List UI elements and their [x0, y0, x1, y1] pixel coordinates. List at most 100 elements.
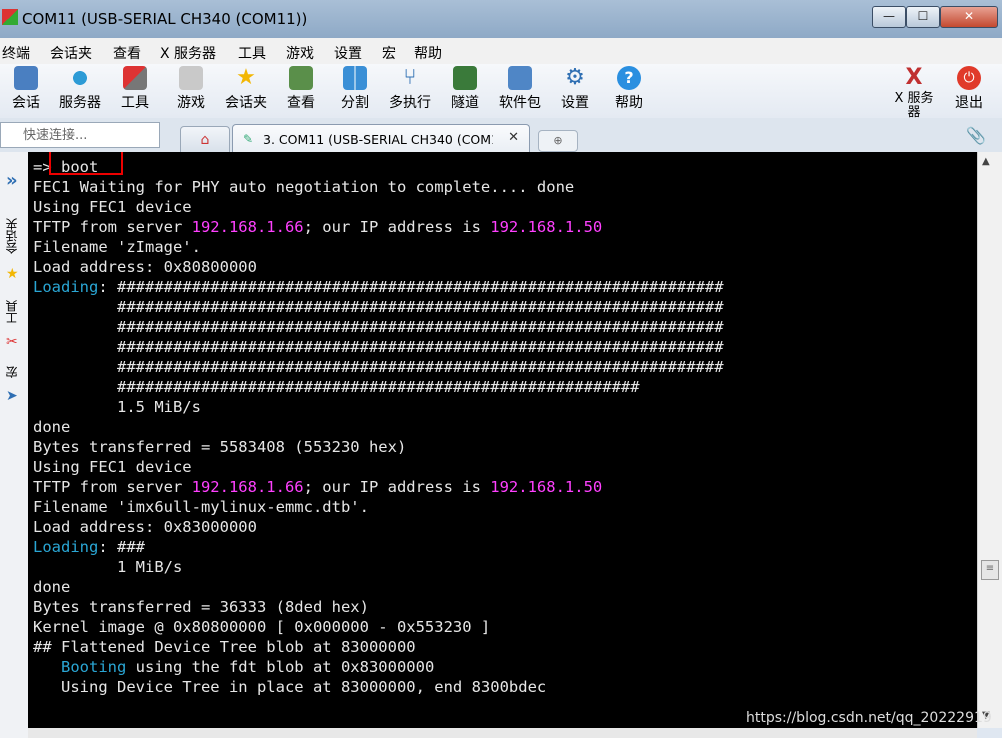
attach-icon[interactable]: 📎 — [966, 126, 986, 145]
terminal-line: ## Flattened Device Tree blob at 8300000… — [33, 638, 416, 658]
terminal-line: Bytes transferred = 5583408 (553230 hex) — [33, 438, 406, 458]
menu-tools[interactable]: 工具 — [238, 43, 266, 63]
menu-games[interactable]: 游戏 — [286, 43, 314, 63]
minimize-button[interactable]: — — [872, 6, 906, 28]
terminal-text: 192.168.1.66 — [191, 478, 304, 496]
menu-view[interactable]: 查看 — [113, 43, 141, 63]
split-button[interactable]: 分割 — [338, 66, 372, 112]
terminal-text: ########################################… — [33, 338, 724, 356]
menu-macros[interactable]: 宏 — [382, 43, 396, 63]
sidebar-tab-tools[interactable]: 工具 — [3, 300, 25, 324]
horizontal-scrollbar[interactable] — [28, 728, 977, 738]
session-button[interactable]: 会话 — [8, 66, 44, 112]
settings-icon: ⚙ — [565, 65, 585, 90]
terminal-text: ########################################… — [33, 318, 724, 336]
terminal-line: FEC1 Waiting for PHY auto negotiation to… — [33, 178, 574, 198]
tools-button[interactable]: 工具 — [118, 66, 152, 112]
session-icon — [14, 66, 38, 90]
scroll-up-icon[interactable]: ▲ — [982, 156, 990, 167]
terminal-line: Kernel image @ 0x80800000 [ 0x000000 - 0… — [33, 618, 490, 638]
terminal-line: ########################################… — [33, 298, 724, 318]
power-icon: ⏻ — [957, 66, 981, 90]
multiexec-icon: ⑂ — [403, 65, 417, 90]
menu-xserver[interactable]: X 服务器 — [160, 43, 216, 63]
title-bar: COM11 (USB-SERIAL CH340 (COM11)) — ☐ ✕ — [0, 0, 1002, 38]
terminal-line: ########################################… — [33, 358, 724, 378]
multiexec-label: 多执行 — [389, 95, 431, 111]
servers-label: 服务器 — [59, 95, 101, 111]
terminal-text: Kernel image @ 0x80800000 [ 0x000000 - 0… — [33, 618, 491, 636]
menu-bar: 终端 会话夹 查看 X 服务器 工具 游戏 设置 宏 帮助 — [0, 38, 1002, 64]
new-tab-button[interactable]: ⊕ — [538, 130, 578, 152]
xserver-label: X 服务 器 — [894, 91, 934, 120]
menu-help[interactable]: 帮助 — [414, 43, 442, 63]
sidebar-tab-macros[interactable]: 宏 — [3, 366, 25, 378]
settings-label: 设置 — [561, 95, 589, 111]
terminal-text: : ######################################… — [98, 278, 724, 296]
terminal-text: ########################################… — [33, 358, 724, 376]
terminal-line: Bytes transferred = 36333 (8ded hex) — [33, 598, 369, 618]
tunnel-button[interactable]: 隧道 — [448, 66, 482, 112]
highlight-box — [49, 152, 123, 175]
watermark: https://blog.csdn.net/qq_20222919 — [746, 710, 992, 726]
split-icon — [343, 66, 367, 90]
terminal-line: done — [33, 418, 70, 438]
multiexec-button[interactable]: ⑂ 多执行 — [386, 66, 434, 112]
terminal-text: ; our IP address is — [303, 478, 491, 496]
terminal-line: Filename 'imx6ull-mylinux-emmc.dtb'. — [33, 498, 369, 518]
tab-close-icon[interactable]: ✕ — [508, 130, 519, 145]
terminal-text: Using Device Tree in place at 83000000, … — [33, 678, 547, 696]
maximize-button[interactable]: ☐ — [906, 6, 940, 28]
packages-button[interactable]: 软件包 — [496, 66, 544, 112]
star-icon: ★ — [236, 65, 256, 90]
vertical-scrollbar[interactable]: ▲ ≡ ▼ — [977, 152, 1002, 728]
quick-connect-input[interactable]: 快速连接... — [0, 122, 160, 148]
tools-icon: ✂ — [6, 334, 18, 350]
terminal-text: using the fdt blob at 0x83000000 — [126, 658, 435, 676]
terminal-text: 192.168.1.50 — [490, 478, 603, 496]
tab-bar: 快速连接... ⌂ ✎ 3. COM11 (USB-SERIAL CH340 (… — [0, 118, 1002, 153]
menu-settings[interactable]: 设置 — [334, 43, 362, 63]
terminal-text: ########################################… — [33, 298, 724, 316]
home-tab[interactable]: ⌂ — [180, 126, 230, 153]
terminal-text: done — [33, 418, 71, 436]
tab-com11[interactable]: ✎ 3. COM11 (USB-SERIAL CH340 (COM11)) ✕ — [232, 124, 530, 153]
exit-button[interactable]: ⏻ 退出 — [952, 66, 986, 112]
help-icon: ? — [617, 66, 641, 90]
view-label: 查看 — [287, 95, 315, 111]
terminal-text: Bytes transferred = 36333 (8ded hex) — [33, 598, 369, 616]
terminal-line: ########################################… — [33, 378, 640, 398]
send-icon: ➤ — [6, 388, 18, 404]
favorites-button[interactable]: ★ 会话夹 — [222, 66, 270, 112]
games-label: 游戏 — [177, 95, 205, 111]
terminal-text: Using FEC1 device — [33, 458, 192, 476]
terminal-line: Loading: ### — [33, 538, 145, 558]
terminal-text: Booting — [61, 658, 127, 676]
menu-sessions[interactable]: 会话夹 — [50, 43, 92, 63]
terminal-output[interactable]: => boot FEC1 Waiting for PHY auto negoti… — [28, 152, 977, 728]
terminal-line: Booting using the fdt blob at 0x83000000 — [33, 658, 434, 678]
scroll-thumb[interactable]: ≡ — [981, 560, 999, 580]
terminal-text: : ### — [98, 538, 145, 556]
menu-terminal[interactable]: 终端 — [2, 43, 30, 63]
expand-sidebar-icon[interactable]: » — [6, 170, 18, 191]
xserver-icon: X — [905, 65, 923, 90]
serial-icon: ✎ — [243, 132, 254, 146]
terminal-line: Using FEC1 device — [33, 458, 192, 478]
terminal-text: TFTP from server — [33, 478, 192, 496]
xserver-button[interactable]: X X 服务 器 — [890, 66, 938, 120]
terminal-text: Loading — [33, 278, 99, 296]
terminal-text: Load address: 0x83000000 — [33, 518, 257, 536]
home-icon: ⌂ — [200, 132, 210, 148]
sidebar-tab-sessions[interactable]: 会话夹 — [3, 218, 25, 254]
help-button[interactable]: ? 帮助 — [612, 66, 646, 112]
games-button[interactable]: 游戏 — [174, 66, 208, 112]
split-label: 分割 — [341, 95, 369, 111]
terminal-line: Load address: 0x80800000 — [33, 258, 257, 278]
view-button[interactable]: 查看 — [284, 66, 318, 112]
servers-button[interactable]: 服务器 — [56, 66, 104, 112]
terminal-line: done — [33, 578, 70, 598]
settings-button[interactable]: ⚙ 设置 — [558, 66, 592, 112]
tunnel-icon — [453, 66, 477, 90]
close-button[interactable]: ✕ — [940, 6, 998, 28]
